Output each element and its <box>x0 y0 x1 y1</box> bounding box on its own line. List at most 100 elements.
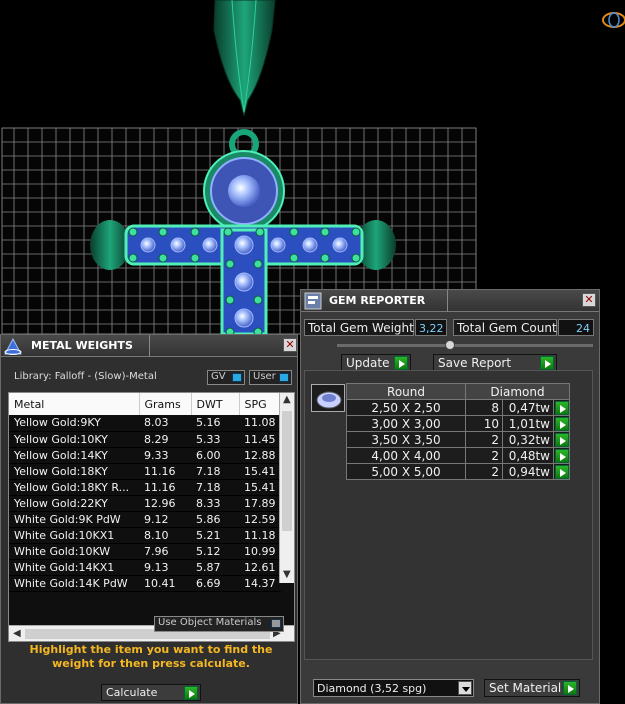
gem-weight: 0,94tw <box>502 463 554 480</box>
calculate-label: Calculate <box>106 686 158 699</box>
close-icon[interactable]: ✕ <box>582 293 596 307</box>
metal-grams: 11.16 <box>139 463 191 480</box>
column-header-grams[interactable]: Grams <box>139 393 192 415</box>
table-row[interactable]: 3,50 X 3,50 2 0,32tw <box>346 431 570 448</box>
metal-dwt: 6.00 <box>191 447 239 464</box>
scroll-down-icon[interactable]: ▼ <box>283 569 291 580</box>
scrollbar-thumb[interactable] <box>282 411 292 531</box>
metal-spg: 11.08 <box>239 415 281 432</box>
play-icon <box>394 356 408 370</box>
chevron-down-icon[interactable] <box>458 681 472 695</box>
column-header-dwt[interactable]: DWT <box>191 393 240 415</box>
gem-count: 2 <box>465 463 503 480</box>
column-header-spg[interactable]: SPG <box>239 393 282 415</box>
table-row[interactable]: White Gold:10KW 7.96 5.12 10.99 <box>9 543 281 560</box>
play-icon <box>555 465 569 479</box>
table-row[interactable]: 2,50 X 2,50 8 0,47tw <box>346 399 570 416</box>
metal-name: White Gold:14K PdW <box>9 575 139 592</box>
view-cube-icon[interactable] <box>600 10 625 30</box>
gem-count: 2 <box>465 447 503 464</box>
table-row[interactable]: 4,00 X 4,00 2 0,48tw <box>346 447 570 464</box>
metal-weights-panel: METAL WEIGHTS ✕ Library: Falloff - (Slow… <box>0 334 298 704</box>
gem-weight: 0,48tw <box>502 447 554 464</box>
metal-name: White Gold:9K PdW <box>9 511 139 528</box>
select-row-button[interactable] <box>553 399 570 416</box>
play-icon <box>563 681 577 695</box>
metal-grams: 10.41 <box>139 575 191 592</box>
total-gem-weight-label: Total Gem Weight <box>304 319 414 336</box>
use-object-materials-toggle[interactable]: Use Object Materials <box>154 616 284 632</box>
table-row[interactable]: 3,00 X 3,00 10 1,01tw <box>346 415 570 432</box>
gem-count: 2 <box>465 431 503 448</box>
metal-grams: 8.29 <box>139 431 191 448</box>
metal-dwt: 5.12 <box>191 543 239 560</box>
metal-grams: 8.10 <box>139 527 191 544</box>
splitter-handle[interactable] <box>445 340 455 350</box>
material-select[interactable]: Diamond (3,52 spg) <box>313 679 474 697</box>
select-row-button[interactable] <box>553 447 570 464</box>
metal-spg: 15.41 <box>239 463 281 480</box>
gem-size: 3,00 X 3,00 <box>346 415 466 432</box>
metal-spg: 12.88 <box>239 447 281 464</box>
metal-grams: 9.13 <box>139 559 191 576</box>
select-row-button[interactable] <box>553 415 570 432</box>
table-row[interactable]: Yellow Gold:9KY 8.03 5.16 11.08 <box>9 415 281 432</box>
metal-name: Yellow Gold:10KY <box>9 431 139 448</box>
table-row[interactable]: Yellow Gold:10KY 8.29 5.33 11.45 <box>9 431 281 448</box>
titlebar-divider <box>149 335 150 357</box>
metal-grams: 8.03 <box>139 415 191 432</box>
metal-name: Yellow Gold:22KY <box>9 495 139 512</box>
material-select-value: Diamond (3,52 spg) <box>317 682 427 695</box>
table-row[interactable]: White Gold:10KX1 8.10 5.21 11.18 <box>9 527 281 544</box>
metal-dwt: 5.16 <box>191 415 239 432</box>
metal-spg: 10.99 <box>239 543 281 560</box>
table-row[interactable]: Yellow Gold:14KY 9.33 6.00 12.88 <box>9 447 281 464</box>
metal-spg: 12.59 <box>239 511 281 528</box>
metal-grams: 12.96 <box>139 495 191 512</box>
table-row[interactable]: 5,00 X 5,00 2 0,94tw <box>346 463 570 480</box>
metal-weights-icon <box>3 336 23 356</box>
gem-weight: 1,01tw <box>502 415 554 432</box>
metal-weights-title: METAL WEIGHTS <box>31 339 133 352</box>
gv-toggle[interactable]: GV <box>207 370 245 385</box>
gv-label: GV <box>211 371 226 382</box>
gem-size: 4,00 X 4,00 <box>346 447 466 464</box>
table-row[interactable]: Yellow Gold:18KY R... 11.16 7.18 15.41 <box>9 479 281 496</box>
toggle-indicator-icon <box>232 373 242 382</box>
metal-dwt: 8.33 <box>191 495 239 512</box>
play-icon <box>555 401 569 415</box>
gem-size: 2,50 X 2,50 <box>346 399 466 416</box>
metal-dwt: 5.33 <box>191 431 239 448</box>
gem-weight: 0,47tw <box>502 399 554 416</box>
toggle-indicator-icon <box>271 619 281 628</box>
metal-spg: 15.41 <box>239 479 281 496</box>
metal-weights-titlebar[interactable]: METAL WEIGHTS ✕ <box>1 335 297 357</box>
gem-reporter-titlebar[interactable]: GEM REPORTER ✕ <box>301 290 599 312</box>
metal-name: Yellow Gold:18KY <box>9 463 139 480</box>
scroll-left-icon[interactable]: ◀ <box>13 628 21 639</box>
vertical-scrollbar[interactable]: ▲ ▼ <box>279 393 294 583</box>
table-row[interactable]: Yellow Gold:18KY 11.16 7.18 15.41 <box>9 463 281 480</box>
column-header-metal[interactable]: Metal <box>9 393 140 415</box>
metal-grams: 9.33 <box>139 447 191 464</box>
metal-dwt: 5.87 <box>191 559 239 576</box>
set-material-button[interactable]: Set Material <box>484 679 580 697</box>
metal-list[interactable]: Metal Grams DWT SPG Yellow Gold:9KY 8.03 5… <box>8 392 295 642</box>
table-row[interactable]: Yellow Gold:22KY 12.96 8.33 17.89 <box>9 495 281 512</box>
round-gem-icon[interactable] <box>311 384 345 412</box>
close-icon[interactable]: ✕ <box>283 338 297 352</box>
metal-dwt: 7.18 <box>191 479 239 496</box>
gem-material-header: Diamond <box>465 383 570 400</box>
table-row[interactable]: White Gold:9K PdW 9.12 5.86 12.59 <box>9 511 281 528</box>
user-toggle[interactable]: User <box>249 370 292 385</box>
table-row[interactable]: White Gold:14K PdW 10.41 6.69 14.37 <box>9 575 281 592</box>
save-report-label: Save Report <box>438 356 512 370</box>
play-icon <box>540 356 554 370</box>
select-row-button[interactable] <box>553 463 570 480</box>
set-material-label: Set Material <box>489 681 562 695</box>
scroll-up-icon[interactable]: ▲ <box>283 394 291 405</box>
calculate-button[interactable]: Calculate <box>101 684 201 701</box>
metal-grams: 9.12 <box>139 511 191 528</box>
select-row-button[interactable] <box>553 431 570 448</box>
table-row[interactable]: White Gold:14KX1 9.13 5.87 12.61 <box>9 559 281 576</box>
